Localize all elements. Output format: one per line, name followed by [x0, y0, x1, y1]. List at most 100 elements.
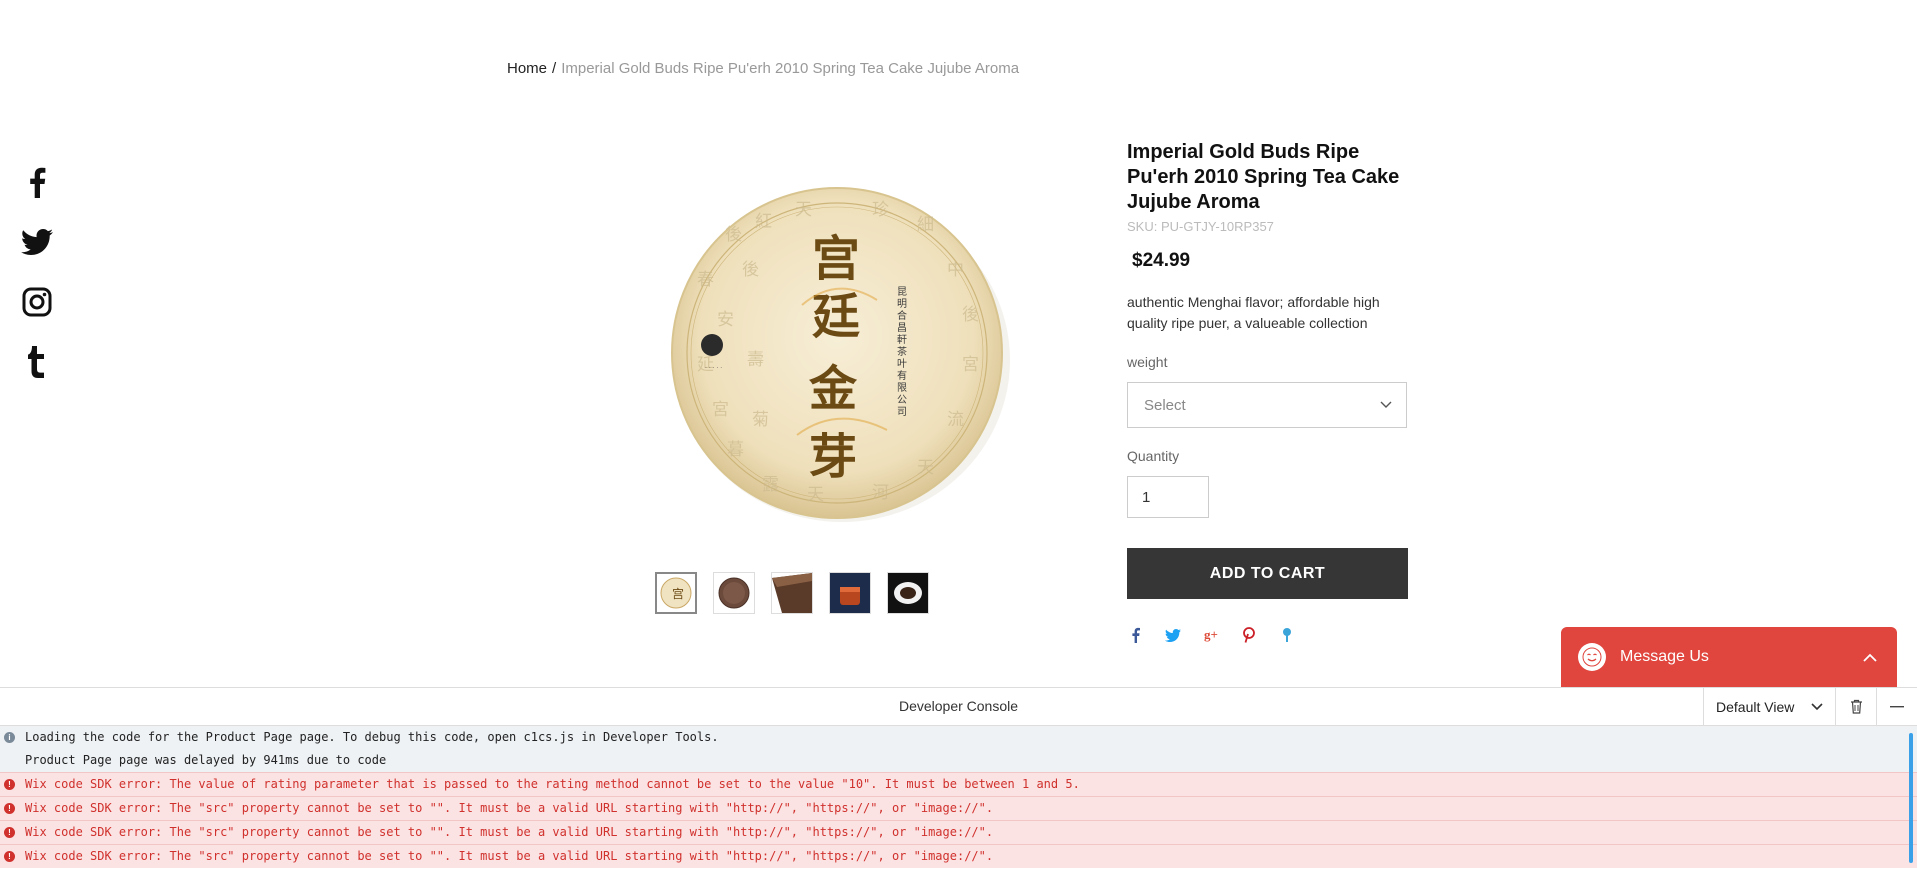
- thumbnail-1[interactable]: 宫: [655, 572, 697, 614]
- log-row-error: ! Wix code SDK error: The "src" property…: [0, 796, 1917, 820]
- svg-text:天: 天: [795, 200, 812, 220]
- svg-text:後: 後: [742, 260, 759, 280]
- console-header: Developer Console Default View: [0, 688, 1917, 726]
- svg-text:安: 安: [717, 310, 734, 330]
- svg-text:金: 金: [808, 361, 858, 417]
- tumblr-icon[interactable]: [1279, 627, 1295, 643]
- svg-text:春: 春: [697, 270, 714, 290]
- weight-select-value: Select: [1144, 396, 1186, 414]
- svg-text:暮: 暮: [727, 440, 744, 460]
- log-text: Wix code SDK error: The "src" property c…: [25, 825, 994, 839]
- product-description: authentic Menghai flavor; affordable hig…: [1127, 294, 1380, 331]
- svg-text:露: 露: [762, 475, 779, 495]
- tumblr-icon[interactable]: [20, 345, 54, 379]
- log-text: Product Page page was delayed by 941ms d…: [25, 753, 387, 767]
- log-row-info: Product Page page was delayed by 941ms d…: [0, 749, 1917, 772]
- facebook-icon[interactable]: [1127, 627, 1143, 643]
- error-icon: !: [4, 803, 15, 814]
- trash-icon: [1850, 699, 1862, 714]
- svg-text:菊: 菊: [752, 410, 769, 430]
- svg-text:珍: 珍: [872, 200, 889, 220]
- thumbnail-strip: 宫: [655, 572, 929, 614]
- pinterest-icon[interactable]: [1241, 627, 1257, 643]
- twitter-icon[interactable]: [20, 225, 54, 259]
- svg-text:細: 細: [917, 215, 934, 235]
- product-title: Imperial Gold Buds Ripe Pu'erh 2010 Spri…: [1127, 141, 1400, 213]
- thumbnail-4[interactable]: [829, 572, 871, 614]
- chat-avatar-icon: [1578, 643, 1606, 671]
- message-us-label: Message Us: [1620, 648, 1709, 665]
- chevron-up-icon[interactable]: [1863, 653, 1877, 662]
- twitter-icon[interactable]: [1165, 627, 1181, 643]
- svg-text:流: 流: [947, 410, 964, 430]
- error-icon: !: [4, 851, 15, 862]
- log-row-error: ! Wix code SDK error: The "src" property…: [0, 844, 1917, 868]
- svg-text:中: 中: [947, 260, 964, 280]
- log-text: Wix code SDK error: The "src" property c…: [25, 849, 994, 863]
- svg-text:公: 公: [897, 395, 907, 406]
- svg-text:昆: 昆: [897, 286, 907, 298]
- svg-text:合: 合: [897, 309, 907, 322]
- product-details: Imperial Gold Buds Ripe Pu'erh 2010 Spri…: [1127, 140, 1409, 643]
- product-main-image[interactable]: 後紅天珍細 春安延宮暮 中後宮流天 露天河 後壽菊 宫 廷 金 芽 · · · …: [597, 155, 1082, 545]
- log-text: Wix code SDK error: The value of rating …: [25, 777, 1080, 791]
- svg-text:· · · · ·: · · · · ·: [705, 365, 722, 372]
- breadcrumb: Home / Imperial Gold Buds Ripe Pu'erh 2010…: [507, 60, 1019, 77]
- svg-text:宫: 宫: [672, 586, 684, 601]
- log-row-error: ! Wix code SDK error: The "src" property…: [0, 820, 1917, 844]
- facebook-icon[interactable]: [20, 165, 54, 199]
- log-text: Wix code SDK error: The "src" property c…: [25, 801, 994, 815]
- minimize-icon: [1890, 705, 1904, 707]
- minimize-console-button[interactable]: [1876, 688, 1917, 725]
- svg-text:後: 後: [725, 225, 742, 245]
- chevron-down-icon: [1380, 401, 1392, 408]
- svg-text:後: 後: [962, 305, 979, 325]
- svg-text:天: 天: [807, 485, 824, 505]
- svg-text:限: 限: [897, 382, 907, 394]
- clear-console-button[interactable]: [1835, 688, 1876, 725]
- svg-text:壽: 壽: [747, 350, 764, 370]
- thumbnail-5[interactable]: [887, 572, 929, 614]
- chevron-down-icon: [1811, 702, 1823, 710]
- view-select-value: Default View: [1716, 698, 1795, 715]
- svg-text:叶: 叶: [897, 358, 907, 370]
- svg-text:軒: 軒: [897, 334, 907, 346]
- thumbnail-2[interactable]: [713, 572, 755, 614]
- quantity-label: Quantity: [1127, 448, 1180, 464]
- add-to-cart-button[interactable]: ADD TO CART: [1127, 548, 1408, 599]
- view-select[interactable]: Default View: [1703, 688, 1835, 725]
- thumbnail-3[interactable]: [771, 572, 813, 614]
- weight-label: weight: [1127, 354, 1168, 370]
- svg-text:宫: 宫: [812, 231, 860, 287]
- svg-text:昌: 昌: [897, 322, 907, 334]
- console-scrollbar[interactable]: [1909, 733, 1913, 863]
- svg-text:宮: 宮: [712, 400, 729, 420]
- weight-select[interactable]: Select: [1127, 382, 1407, 428]
- console-title: Developer Console: [898, 698, 1019, 714]
- product-sku: SKU: PU-GTJY-10RP357: [1127, 219, 1274, 234]
- quantity-input[interactable]: [1127, 476, 1209, 518]
- breadcrumb-separator: /: [552, 60, 557, 77]
- console-toolbar: Default View: [1703, 688, 1917, 725]
- developer-console: Developer Console Default View i Loading…: [0, 687, 1917, 881]
- log-row-error: ! Wix code SDK error: The value of ratin…: [0, 772, 1917, 796]
- product-price: $24.99: [1132, 250, 1191, 271]
- error-icon: !: [4, 827, 15, 838]
- svg-text:明: 明: [897, 298, 907, 310]
- svg-text:有: 有: [897, 369, 907, 382]
- svg-text:芽: 芽: [809, 429, 857, 485]
- svg-text:司: 司: [897, 407, 907, 418]
- social-bar: [20, 165, 54, 405]
- console-log: i Loading the code for the Product Page …: [0, 726, 1917, 868]
- svg-text:天: 天: [917, 458, 934, 478]
- info-icon: i: [4, 732, 15, 743]
- svg-text:廷: 廷: [812, 289, 860, 345]
- instagram-icon[interactable]: [20, 285, 54, 319]
- log-row-info: i Loading the code for the Product Page …: [0, 726, 1917, 749]
- log-text: Loading the code for the Product Page pa…: [25, 730, 719, 744]
- share-bar: g+: [1127, 627, 1409, 643]
- message-us-widget[interactable]: Message Us: [1561, 627, 1897, 687]
- breadcrumb-home-link[interactable]: Home: [507, 60, 547, 77]
- svg-text:河: 河: [872, 483, 889, 503]
- google-plus-icon[interactable]: g+: [1203, 627, 1219, 643]
